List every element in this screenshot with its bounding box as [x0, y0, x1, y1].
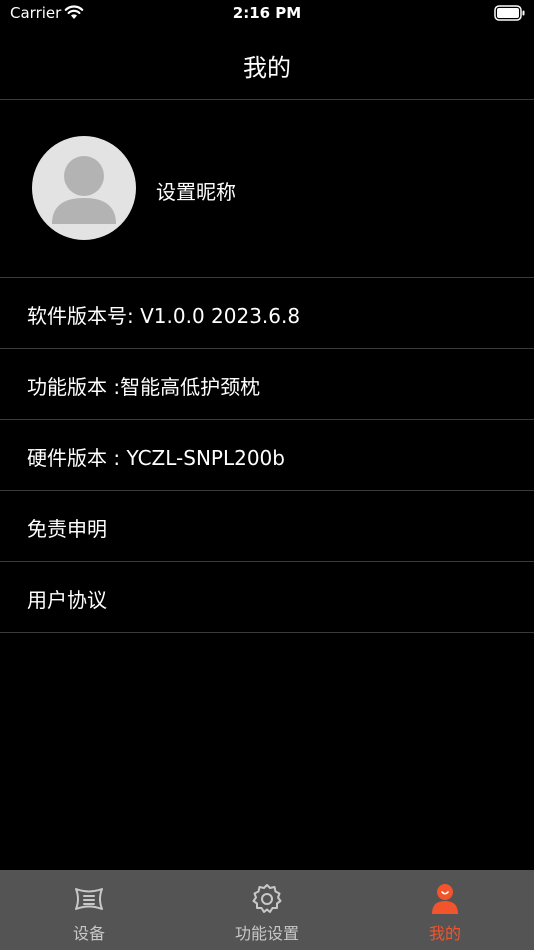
pillow-icon — [75, 888, 103, 910]
nav-bar: 我的 — [0, 28, 534, 100]
page-title: 我的 — [243, 54, 291, 82]
software-version-label: 软件版本号: V1.0.0 2023.6.8 — [27, 304, 301, 328]
user-icon — [432, 884, 458, 914]
tab-bar: 设备 功能设置 我的 — [0, 870, 534, 950]
tab-mine-label: 我的 — [428, 924, 461, 943]
tab-function-settings-label: 功能设置 — [234, 924, 299, 943]
battery-icon — [494, 5, 525, 21]
hardware-version-label: 硬件版本 : YCZL-SNPL200b — [27, 446, 285, 470]
avatar[interactable] — [32, 136, 136, 240]
tab-device[interactable]: 设备 — [0, 870, 178, 950]
set-nickname-link[interactable]: 设置昵称 — [156, 176, 236, 205]
hardware-version-row: 硬件版本 : YCZL-SNPL200b — [0, 420, 534, 491]
tab-mine[interactable]: 我的 — [356, 870, 534, 950]
user-agreement-row[interactable]: 用户协议 — [0, 562, 534, 633]
user-agreement-label: 用户协议 — [27, 588, 107, 612]
disclaimer-label: 免责申明 — [27, 517, 107, 541]
tab-device-label: 设备 — [72, 924, 105, 943]
function-version-row: 功能版本 :智能高低护颈枕 — [0, 349, 534, 420]
status-time: 2:16 PM — [232, 4, 302, 22]
user-placeholder-icon — [52, 156, 116, 224]
function-version-label: 功能版本 :智能高低护颈枕 — [27, 375, 261, 399]
disclaimer-row[interactable]: 免责申明 — [0, 491, 534, 562]
software-version-row: 软件版本号: V1.0.0 2023.6.8 — [0, 278, 534, 349]
gear-icon — [252, 884, 282, 913]
profile-section[interactable]: 设置昵称 — [0, 100, 534, 278]
status-bar: Carrier 2:16 PM — [0, 0, 534, 28]
tab-function-settings[interactable]: 功能设置 — [178, 870, 356, 950]
